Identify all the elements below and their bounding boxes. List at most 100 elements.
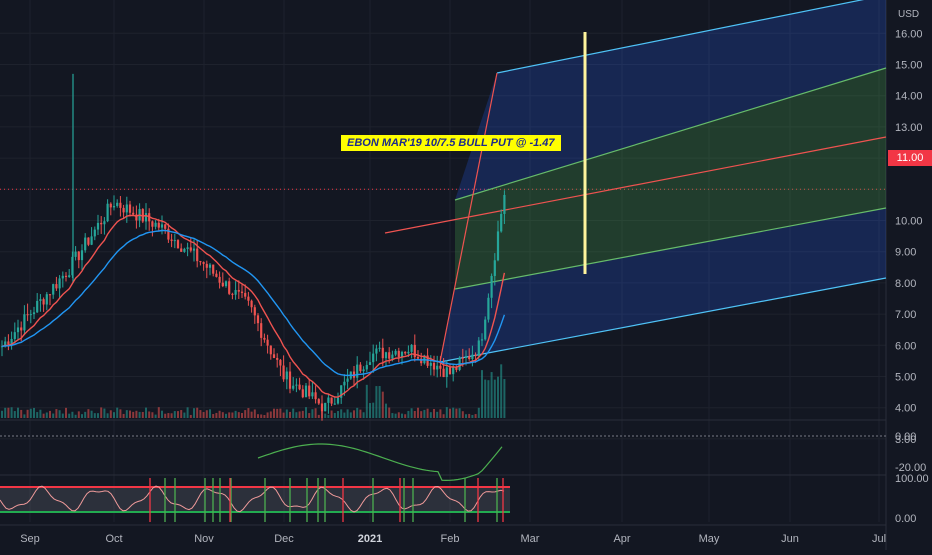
volume-bar xyxy=(13,411,16,418)
candle-body xyxy=(407,351,410,354)
volume-bar xyxy=(449,408,451,418)
candle-body xyxy=(429,362,432,366)
candle-body xyxy=(192,248,196,251)
candle-body xyxy=(7,341,10,345)
candle-body xyxy=(484,319,487,340)
volume-bar xyxy=(378,386,381,418)
volume-bar xyxy=(343,412,346,418)
rsi-tick-label: 0.00 xyxy=(895,513,916,525)
volume-bar xyxy=(116,407,119,418)
volume-bar xyxy=(257,414,259,418)
candle-body xyxy=(154,222,157,227)
y-tick-label: 13.00 xyxy=(895,122,923,134)
volume-bar xyxy=(202,412,205,418)
candle-body xyxy=(378,347,381,349)
candle-body xyxy=(39,299,42,301)
volume-bar xyxy=(68,413,71,418)
candle-body xyxy=(388,352,391,359)
volume-bar xyxy=(269,411,272,418)
candle-body xyxy=(106,203,109,222)
candle-body xyxy=(269,345,272,355)
candle-body xyxy=(471,354,474,360)
volume-bar xyxy=(109,410,112,418)
volume-bar xyxy=(106,413,109,418)
volume-bar xyxy=(196,407,199,418)
candle-body xyxy=(103,221,106,225)
volume-bar xyxy=(401,413,403,418)
volume-bar xyxy=(314,408,317,418)
candle-body xyxy=(221,282,224,287)
y-tick-label: 7.00 xyxy=(895,309,916,321)
candle-body xyxy=(247,296,250,301)
candle-body xyxy=(317,399,320,404)
candle-body xyxy=(256,315,260,324)
candle-body xyxy=(333,403,336,405)
candle-body xyxy=(266,339,269,346)
volume-bar xyxy=(298,411,301,418)
candle-body xyxy=(336,397,340,404)
candle-body xyxy=(202,262,205,264)
candle-body xyxy=(32,312,36,315)
candle-body xyxy=(42,299,45,305)
osc-tick-label: 0.00 xyxy=(895,431,916,443)
x-tick-label: Oct xyxy=(105,533,122,545)
volume-bar xyxy=(173,411,176,418)
volume-bar xyxy=(253,409,256,418)
volume-bar xyxy=(52,413,55,418)
volume-bar xyxy=(337,411,339,418)
volume-bar xyxy=(503,379,506,418)
candle-body xyxy=(196,248,199,262)
chart-svg[interactable]: 3.004.005.006.007.008.009.0010.0012.0013… xyxy=(0,0,932,550)
x-tick-label: May xyxy=(699,533,720,545)
candle-body xyxy=(445,367,448,378)
candle-body xyxy=(80,250,84,261)
volume-bar xyxy=(84,411,87,418)
volume-bar xyxy=(212,414,215,418)
volume-bar xyxy=(183,412,186,418)
volume-bar xyxy=(497,376,499,418)
volume-bar xyxy=(385,403,387,418)
volume-bar xyxy=(442,414,445,418)
volume-bar xyxy=(490,372,493,418)
candle-body xyxy=(356,364,359,378)
volume-bar xyxy=(292,408,295,418)
candle-body xyxy=(100,222,103,225)
candle-body xyxy=(343,381,346,386)
volume-bar xyxy=(93,413,96,418)
volume-bar xyxy=(369,403,371,418)
currency-label: USD xyxy=(898,9,919,20)
volume-bar xyxy=(17,407,19,418)
volume-bar xyxy=(55,409,58,418)
candle-body xyxy=(272,354,276,358)
x-tick-label: Jun xyxy=(781,533,799,545)
trade-annotation[interactable]: EBON MAR'19 10/7.5 BULL PUT @ -1.47 xyxy=(341,135,561,151)
y-tick-label: 5.00 xyxy=(895,372,916,384)
volume-bar xyxy=(225,413,227,418)
volume-bar xyxy=(305,407,307,418)
candle-body xyxy=(173,240,176,242)
volume-bar xyxy=(461,411,464,418)
volume-bar xyxy=(100,407,103,418)
volume-bar xyxy=(65,407,67,418)
volume-bar xyxy=(365,384,368,418)
volume-bar xyxy=(465,414,467,418)
volume-bar xyxy=(234,410,237,418)
volume-bar xyxy=(29,408,32,418)
volume-bar xyxy=(177,411,179,418)
candle-body xyxy=(176,240,180,249)
candle-body xyxy=(320,403,324,412)
candle-body xyxy=(288,371,292,389)
candle-body xyxy=(116,202,119,206)
volume-bar xyxy=(433,408,435,418)
x-tick-label: 2021 xyxy=(358,533,382,545)
volume-bar xyxy=(132,411,135,418)
volume-bar xyxy=(42,413,45,418)
volume-bar xyxy=(333,412,336,418)
volume-bar xyxy=(10,407,13,418)
candle-body xyxy=(496,231,500,261)
chart-root[interactable]: 3.004.005.006.007.008.009.0010.0012.0013… xyxy=(0,0,932,550)
candle-body xyxy=(372,353,375,363)
candle-body xyxy=(84,237,87,251)
candle-body xyxy=(64,275,68,277)
candle-body xyxy=(365,364,368,370)
